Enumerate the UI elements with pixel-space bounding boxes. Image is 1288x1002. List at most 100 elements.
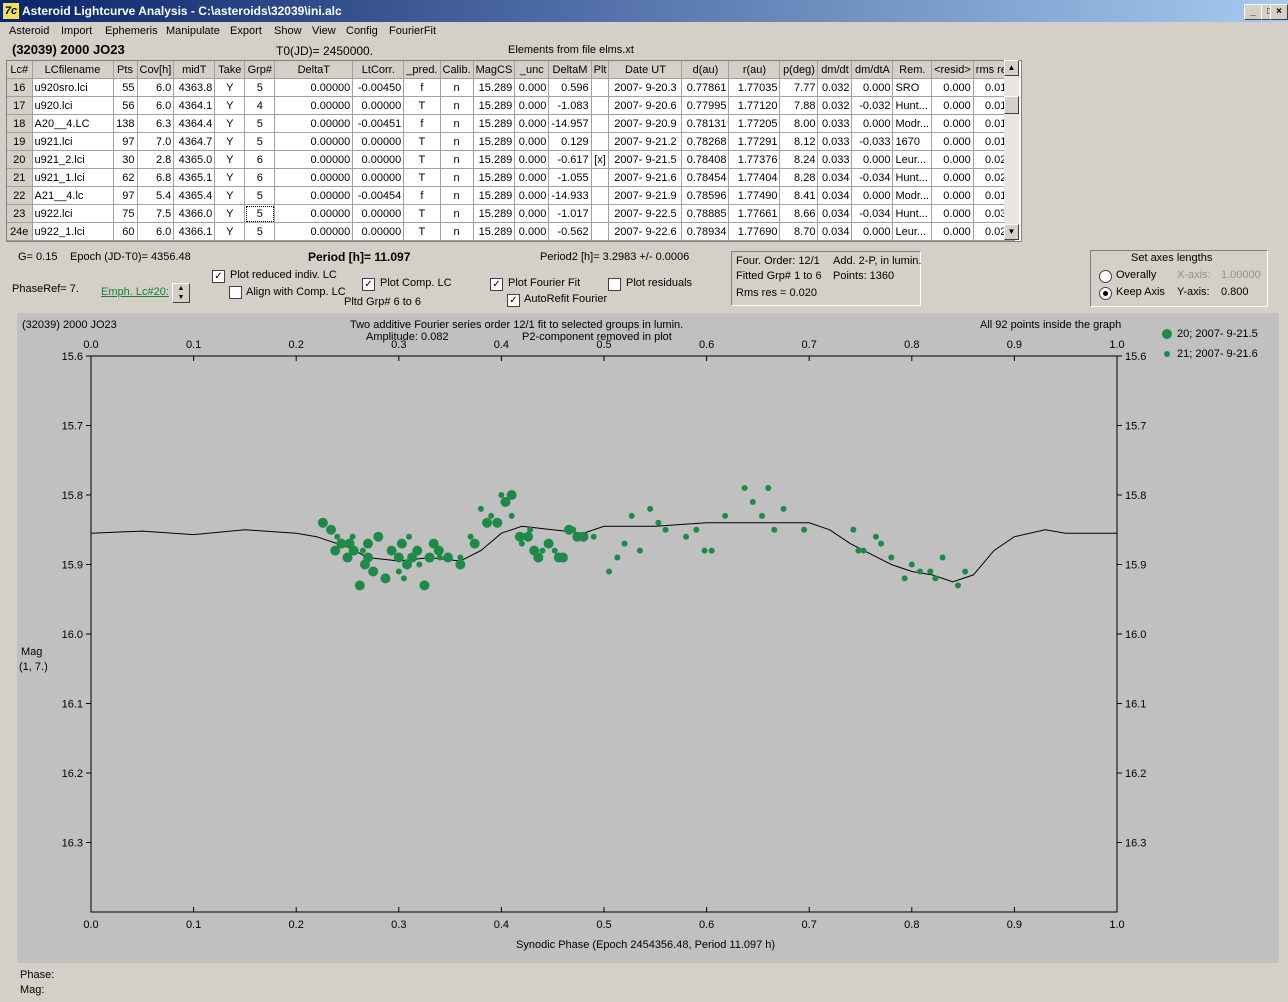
table-cell[interactable]: 4: [244, 96, 276, 115]
menu-manipulate[interactable]: Manipulate: [166, 25, 220, 37]
table-cell[interactable]: -1.055: [548, 168, 592, 187]
table-cell[interactable]: SRO: [892, 78, 933, 97]
table-cell[interactable]: 56: [113, 96, 138, 115]
column-header[interactable]: Calib.: [440, 61, 474, 79]
table-cell[interactable]: 7.77: [779, 78, 819, 97]
table-cell[interactable]: 2007- 9-22.6: [608, 222, 683, 241]
table-cell[interactable]: Y: [214, 186, 246, 205]
table-cell[interactable]: 0.000: [514, 114, 550, 133]
table-cell[interactable]: Hunt...: [892, 96, 933, 115]
table-cell[interactable]: 6.0: [137, 96, 175, 115]
table-cell[interactable]: 97: [113, 132, 138, 151]
column-header[interactable]: DeltaT: [274, 61, 354, 79]
table-cell[interactable]: 0.000: [514, 132, 550, 151]
table-row[interactable]: 19 u921.lci 97 7.0 4364.7 Y 5 0.00000 0.00000 Tn 1…: [7, 132, 1016, 151]
table-cell[interactable]: 15.289: [473, 114, 516, 133]
table-cell[interactable]: 0.000: [931, 132, 974, 151]
table-cell[interactable]: 6: [244, 168, 276, 187]
table-cell[interactable]: 0.000: [514, 222, 550, 241]
table-cell[interactable]: [591, 168, 610, 187]
table-cell[interactable]: 6.0: [137, 222, 175, 241]
table-cell[interactable]: -14.957: [548, 114, 592, 133]
table-cell[interactable]: T: [403, 204, 441, 223]
table-cell[interactable]: Modr...: [892, 114, 933, 133]
table-cell[interactable]: 4366.1: [173, 222, 216, 241]
table-cell[interactable]: -0.032: [851, 96, 894, 115]
table-cell[interactable]: Leur...: [892, 150, 933, 169]
table-cell[interactable]: 0.78454: [681, 168, 730, 187]
emph-spinner[interactable]: ▲ ▼: [172, 283, 190, 303]
table-cell[interactable]: f: [403, 78, 441, 97]
table-cell[interactable]: 1.77035: [728, 78, 781, 97]
scroll-thumb[interactable]: [1004, 96, 1019, 114]
table-cell[interactable]: 0.78934: [681, 222, 730, 241]
table-row[interactable]: 16 u920sro.lci 55 6.0 4363.8 Y 5 0.00000 -0.0045…: [7, 78, 1016, 97]
lightcurve-plot-panel[interactable]: 0.0 0.0 0.1 0.1 0.2 0.2 0.3 0.3 0.4 0.4 0.5 0.5 0.6 0…: [17, 313, 1279, 963]
table-cell[interactable]: 7.0: [137, 132, 175, 151]
table-cell[interactable]: 0.000: [931, 186, 974, 205]
table-cell[interactable]: 0.000: [851, 186, 894, 205]
table-cell[interactable]: 0.000: [931, 204, 974, 223]
table-cell[interactable]: 7.88: [779, 96, 819, 115]
table-cell[interactable]: -0.00454: [352, 186, 405, 205]
table-cell[interactable]: 0.00000: [352, 96, 405, 115]
row-header[interactable]: 24e: [7, 222, 33, 241]
table-cell[interactable]: Hunt...: [892, 204, 933, 223]
menu-asteroid[interactable]: Asteroid: [9, 25, 49, 37]
overally-radio[interactable]: [1099, 270, 1112, 283]
menu-import[interactable]: Import: [61, 25, 92, 37]
table-cell[interactable]: 0.033: [817, 114, 853, 133]
table-scrollbar[interactable]: ▲ ▼: [1004, 60, 1019, 240]
table-row[interactable]: 24e u922_1.lci 60 6.0 4366.1 Y 5 0.00000 0.00000…: [7, 222, 1016, 241]
table-cell[interactable]: 1.77205: [728, 114, 781, 133]
table-cell[interactable]: 0.000: [931, 96, 974, 115]
table-cell[interactable]: 0.000: [931, 114, 974, 133]
table-cell[interactable]: 62: [113, 168, 138, 187]
autorefit-checkbox[interactable]: ✓: [507, 294, 520, 307]
table-cell[interactable]: n: [440, 114, 474, 133]
table-cell[interactable]: 0.033: [817, 150, 853, 169]
close-button[interactable]: ×: [1270, 4, 1288, 20]
table-cell[interactable]: f: [403, 186, 441, 205]
table-cell[interactable]: 4364.7: [173, 132, 216, 151]
table-cell[interactable]: 0.77861: [681, 78, 730, 97]
table-cell[interactable]: 15.289: [473, 168, 516, 187]
table-cell[interactable]: f: [403, 114, 441, 133]
table-cell[interactable]: 15.289: [473, 186, 516, 205]
table-cell[interactable]: 1670: [892, 132, 933, 151]
table-cell[interactable]: 75: [113, 204, 138, 223]
table-cell[interactable]: 2007- 9-20.3: [608, 78, 683, 97]
table-cell[interactable]: 0.00000: [274, 78, 354, 97]
plot-residuals-checkbox[interactable]: [608, 278, 621, 291]
table-cell[interactable]: [591, 96, 610, 115]
column-header[interactable]: Date UT: [608, 61, 683, 79]
table-cell[interactable]: 4364.1: [173, 96, 216, 115]
table-cell[interactable]: 8.12: [779, 132, 819, 151]
table-cell[interactable]: Y: [214, 222, 246, 241]
table-row[interactable]: 21 u921_1.lci 62 6.8 4365.1 Y 6 0.00000 0.00000 T…: [7, 168, 1016, 187]
menu-ephemeris[interactable]: Ephemeris: [105, 25, 158, 37]
table-cell[interactable]: Hunt...: [892, 168, 933, 187]
spin-down-icon[interactable]: ▼: [173, 293, 189, 302]
table-cell[interactable]: 1.77291: [728, 132, 781, 151]
column-header[interactable]: p(deg): [779, 61, 819, 79]
align-comp-checkbox[interactable]: [229, 286, 242, 299]
table-cell[interactable]: 0.000: [931, 222, 974, 241]
table-cell[interactable]: 0.77995: [681, 96, 730, 115]
column-header[interactable]: Rem.: [892, 61, 933, 79]
table-cell[interactable]: 5.4: [137, 186, 175, 205]
scroll-up-icon[interactable]: ▲: [1004, 60, 1019, 76]
table-cell[interactable]: 8.41: [779, 186, 819, 205]
emph-link[interactable]: Emph. Lc#20:: [101, 286, 169, 298]
table-cell[interactable]: 7.5: [137, 204, 175, 223]
table-cell[interactable]: 2007- 9-22.5: [608, 204, 683, 223]
table-cell[interactable]: 4365.4: [173, 186, 216, 205]
menu-view[interactable]: View: [312, 25, 336, 37]
table-cell[interactable]: 5: [244, 204, 276, 223]
table-cell[interactable]: 6.8: [137, 168, 175, 187]
table-cell[interactable]: 0.129: [548, 132, 592, 151]
table-cell[interactable]: 55: [113, 78, 138, 97]
table-cell[interactable]: 4365.0: [173, 150, 216, 169]
table-cell[interactable]: 2007- 9-21.5: [608, 150, 683, 169]
table-cell[interactable]: 15.289: [473, 204, 516, 223]
